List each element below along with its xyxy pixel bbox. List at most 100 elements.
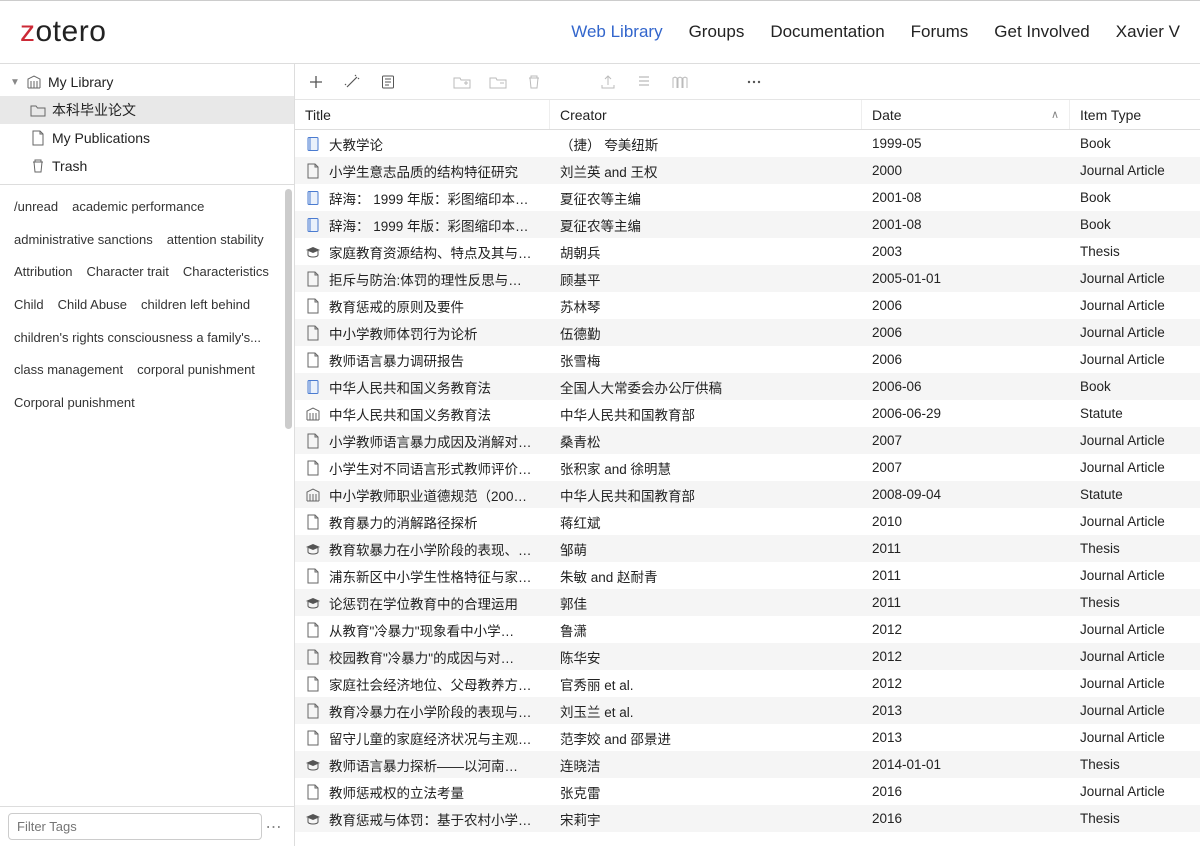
item-creator: 蒋红斌 — [550, 512, 862, 532]
item-creator: 张积家 and 徐明慧 — [550, 458, 862, 478]
table-row[interactable]: 中小学教师体罚行为论析伍德勤2006Journal Article — [295, 319, 1200, 346]
tag[interactable]: Corporal punishment — [14, 391, 135, 416]
table-row[interactable]: 教师惩戒权的立法考量张克雷2016Journal Article — [295, 778, 1200, 805]
item-title: 小学生对不同语言形式教师评价… — [329, 458, 532, 478]
tag[interactable]: academic performance — [72, 195, 204, 220]
doc-icon — [305, 514, 321, 530]
table-row[interactable]: 教育软暴力在小学阶段的表现、…邹萌2011Thesis — [295, 535, 1200, 562]
tree-item-my-library[interactable]: ▼My Library — [0, 68, 294, 96]
tag[interactable]: Characteristics — [183, 260, 269, 285]
library-lookup-icon — [671, 73, 689, 91]
tag[interactable]: attention stability — [167, 228, 264, 253]
nav-forums[interactable]: Forums — [911, 22, 969, 42]
nav-documentation[interactable]: Documentation — [770, 22, 884, 42]
item-creator: 胡朝兵 — [550, 242, 862, 262]
tag[interactable]: children left behind — [141, 293, 250, 318]
table-row[interactable]: 大教学论（捷） 夸美纽斯1999-05Book — [295, 130, 1200, 157]
nav-get-involved[interactable]: Get Involved — [994, 22, 1089, 42]
table-row[interactable]: 小学教师语言暴力成因及消解对…桑青松2007Journal Article — [295, 427, 1200, 454]
table-row[interactable]: 中小学教师职业道德规范（200…中华人民共和国教育部2008-09-04Stat… — [295, 481, 1200, 508]
table-row[interactable]: 中华人民共和国义务教育法中华人民共和国教育部2006-06-29Statute — [295, 400, 1200, 427]
table-row[interactable]: 辞海： 1999 年版：彩图缩印本…夏征农等主编2001-08Book — [295, 211, 1200, 238]
item-type: Book — [1070, 379, 1200, 394]
table-row[interactable]: 校园教育"冷暴力"的成因与对…陈华安2012Journal Article — [295, 643, 1200, 670]
table-row[interactable]: 家庭教育资源结构、特点及其与…胡朝兵2003Thesis — [295, 238, 1200, 265]
table-row[interactable]: 辞海： 1999 年版：彩图缩印本…夏征农等主编2001-08Book — [295, 184, 1200, 211]
item-date: 2000 — [862, 163, 1070, 178]
column-date[interactable]: Date∧ — [862, 100, 1070, 129]
library-icon — [26, 74, 42, 90]
item-type: Book — [1070, 190, 1200, 205]
item-creator: 邹萌 — [550, 539, 862, 559]
tag-filter-input[interactable] — [8, 813, 262, 840]
table-row[interactable]: 家庭社会经济地位、父母教养方…官秀丽 et al.2012Journal Art… — [295, 670, 1200, 697]
tag[interactable]: children's rights consciousness a family… — [14, 326, 261, 351]
table-row[interactable]: 教育冷暴力在小学阶段的表现与…刘玉兰 et al.2013Journal Art… — [295, 697, 1200, 724]
logo[interactable]: zotero — [20, 15, 106, 49]
remove-from-collection-icon — [489, 73, 507, 91]
tag[interactable]: administrative sanctions — [14, 228, 153, 253]
tags-scrollbar[interactable] — [285, 189, 292, 429]
tag[interactable]: Child Abuse — [58, 293, 127, 318]
tag[interactable]: Attribution — [14, 260, 73, 285]
item-type: Thesis — [1070, 244, 1200, 259]
item-date: 2006 — [862, 352, 1070, 367]
item-title: 小学教师语言暴力成因及消解对… — [329, 431, 532, 451]
logo-z: z — [20, 15, 36, 48]
item-date: 2016 — [862, 811, 1070, 826]
table-row[interactable]: 拒斥与防治:体罚的理性反思与…顾基平2005-01-01Journal Arti… — [295, 265, 1200, 292]
nav-web-library[interactable]: Web Library — [571, 22, 662, 42]
item-title: 浦东新区中小学生性格特征与家… — [329, 566, 532, 586]
table-row[interactable]: 教师语言暴力探析——以河南…连晓洁2014-01-01Thesis — [295, 751, 1200, 778]
item-title: 拒斥与防治:体罚的理性反思与… — [329, 269, 522, 289]
table-row[interactable]: 教育惩戒与体罚：基于农村小学…宋莉宇2016Thesis — [295, 805, 1200, 832]
item-creator: 全国人大常委会办公厅供稿 — [550, 377, 862, 397]
column-creator[interactable]: Creator — [550, 100, 862, 129]
item-date: 2007 — [862, 433, 1070, 448]
add-item-icon[interactable] — [307, 73, 325, 91]
item-type: Journal Article — [1070, 325, 1200, 340]
table-row[interactable]: 教育暴力的消解路径探析蒋红斌2010Journal Article — [295, 508, 1200, 535]
nav-xavier-v[interactable]: Xavier V — [1116, 22, 1180, 42]
doc-icon — [305, 163, 321, 179]
table-row[interactable]: 浦东新区中小学生性格特征与家…朱敏 and 赵耐青2011Journal Art… — [295, 562, 1200, 589]
item-type: Journal Article — [1070, 649, 1200, 664]
note-icon[interactable] — [379, 73, 397, 91]
item-creator: 官秀丽 et al. — [550, 674, 862, 694]
item-date: 2006-06 — [862, 379, 1070, 394]
tag[interactable]: Character trait — [87, 260, 169, 285]
sort-asc-icon: ∧ — [1051, 108, 1059, 121]
table-row[interactable]: 教师语言暴力调研报告张雪梅2006Journal Article — [295, 346, 1200, 373]
tag[interactable]: /unread — [14, 195, 58, 220]
column-title[interactable]: Title — [295, 100, 550, 129]
wand-icon[interactable] — [343, 73, 361, 91]
tree-item-my-publications[interactable]: My Publications — [0, 124, 294, 152]
statute-icon — [305, 487, 321, 503]
item-type: Thesis — [1070, 595, 1200, 610]
tag[interactable]: class management — [14, 358, 123, 383]
tag[interactable]: corporal punishment — [137, 358, 255, 383]
item-title: 教育冷暴力在小学阶段的表现与… — [329, 701, 532, 721]
expand-arrow-icon[interactable]: ▼ — [10, 77, 20, 88]
table-row[interactable]: 留守儿童的家庭经济状况与主观…范李姣 and 邵景进2013Journal Ar… — [295, 724, 1200, 751]
tree-item-本科毕业论文[interactable]: 本科毕业论文 — [0, 96, 294, 124]
table-row[interactable]: 中华人民共和国义务教育法全国人大常委会办公厅供稿2006-06Book — [295, 373, 1200, 400]
items-table[interactable]: 大教学论（捷） 夸美纽斯1999-05Book小学生意志品质的结构特征研究刘兰英… — [295, 130, 1200, 846]
thesis-icon — [305, 811, 321, 827]
tag-filter-more-button[interactable]: ⋯ — [262, 817, 286, 837]
table-row[interactable]: 论惩罚在学位教育中的合理运用郭佳2011Thesis — [295, 589, 1200, 616]
table-row[interactable]: 教育惩戒的原则及要件苏林琴2006Journal Article — [295, 292, 1200, 319]
table-row[interactable]: 从教育"冷暴力"现象看中小学…鲁潇2012Journal Article — [295, 616, 1200, 643]
collection-tree: ▼My Library本科毕业论文My PublicationsTrash — [0, 64, 294, 184]
column-type[interactable]: Item Type — [1070, 100, 1200, 129]
item-creator: 夏征农等主编 — [550, 188, 862, 208]
item-creator: 张克雷 — [550, 782, 862, 802]
table-row[interactable]: 小学生意志品质的结构特征研究刘兰英 and 王权2000Journal Arti… — [295, 157, 1200, 184]
tag[interactable]: Child — [14, 293, 44, 318]
tree-item-trash[interactable]: Trash — [0, 152, 294, 180]
more-icon[interactable] — [745, 73, 763, 91]
item-toolbar — [295, 64, 1200, 100]
table-row[interactable]: 小学生对不同语言形式教师评价…张积家 and 徐明慧2007Journal Ar… — [295, 454, 1200, 481]
nav-groups[interactable]: Groups — [689, 22, 745, 42]
item-title: 从教育"冷暴力"现象看中小学… — [329, 620, 514, 640]
